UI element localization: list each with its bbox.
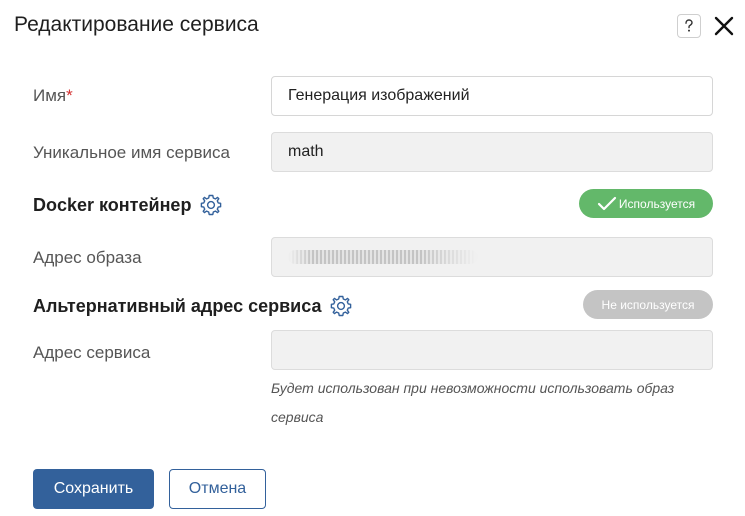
service-address-field [271,330,713,370]
redacted-value [288,250,478,264]
checkmark-icon [597,196,617,210]
alternative-settings-button[interactable] [329,294,353,318]
gear-icon [331,295,352,317]
name-label-text: Имя [33,86,67,105]
unique-name-value: math [288,143,324,160]
required-mark: * [66,86,73,105]
name-label: Имя* [33,86,73,106]
name-input[interactable]: Генерация изображений [271,76,713,116]
unique-name-field: math [271,132,713,172]
docker-section-title: Docker контейнер [33,194,192,215]
image-address-field [271,237,713,277]
dialog-title: Редактирование сервиса [14,13,259,36]
service-address-label: Адрес сервиса [33,343,151,362]
alternative-section-header: Альтернативный адрес сервиса [33,294,353,318]
docker-section-header: Docker контейнер [33,193,223,217]
alternative-status-text: Не используется [601,297,695,312]
save-button[interactable]: Сохранить [33,469,154,509]
docker-status-badge[interactable]: Используется [579,189,713,218]
close-icon [714,16,734,36]
docker-status-text: Используется [618,196,696,211]
alternative-status-badge[interactable]: Не используется [583,290,713,319]
alternative-section-title: Альтернативный адрес сервиса [33,295,322,316]
image-address-label: Адрес образа [33,248,142,267]
help-button[interactable] [677,14,701,38]
gear-icon [201,194,222,216]
cancel-button[interactable]: Отмена [169,469,266,509]
docker-settings-button[interactable] [199,193,223,217]
unique-name-label: Уникальное имя сервиса [33,143,230,162]
service-address-hint: Будет использован при невозможности испо… [271,380,675,425]
question-mark-icon [685,19,693,32]
name-input-value: Генерация изображений [288,87,470,104]
close-button[interactable] [711,13,737,39]
